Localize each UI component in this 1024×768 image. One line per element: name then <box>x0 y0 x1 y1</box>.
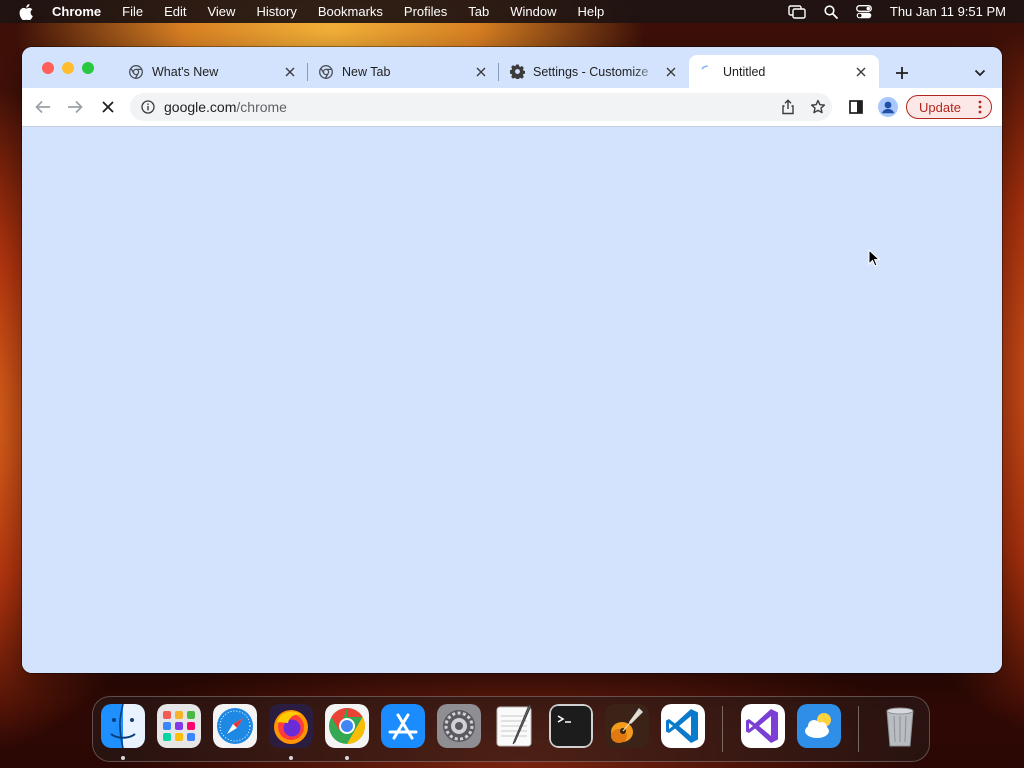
side-panel-icon <box>849 100 863 114</box>
update-button[interactable]: Update <box>906 95 992 119</box>
tab-label: What's New <box>152 64 219 79</box>
apple-menu-icon[interactable] <box>19 3 33 20</box>
update-label: Update <box>919 99 961 115</box>
tab-close-icon[interactable] <box>473 64 489 80</box>
menu-help[interactable]: Help <box>578 4 605 19</box>
new-tab-button[interactable] <box>892 63 912 83</box>
tab-new-tab[interactable]: New Tab <box>308 55 499 88</box>
arrow-left-icon <box>35 100 50 114</box>
tab-label-fade <box>633 55 659 88</box>
chrome-icon <box>128 64 144 80</box>
tab-close-icon[interactable] <box>663 64 679 80</box>
screen-mirroring-icon[interactable] <box>788 4 806 19</box>
menu-app-name[interactable]: Chrome <box>52 4 101 19</box>
tab-untitled[interactable]: Untitled <box>689 55 879 88</box>
menu-bar-clock[interactable]: Thu Jan 11 9:51 PM <box>890 4 1006 19</box>
visual-studio-icon[interactable] <box>741 704 785 748</box>
menu-view[interactable]: View <box>207 4 235 19</box>
share-icon[interactable] <box>780 99 796 115</box>
url-text[interactable]: google.com/chrome <box>164 99 287 115</box>
finder-icon[interactable] <box>101 704 145 748</box>
running-indicator <box>121 756 125 760</box>
fullscreen-window-button[interactable] <box>82 62 94 74</box>
running-indicator <box>345 756 349 760</box>
profile-button[interactable] <box>876 95 900 119</box>
dock <box>92 696 930 762</box>
tab-label: Untitled <box>723 64 766 79</box>
mouse-cursor-icon <box>868 248 881 267</box>
spotlight-search-icon[interactable] <box>824 4 838 19</box>
page-content-area[interactable] <box>22 127 1002 673</box>
forward-button[interactable] <box>63 95 87 119</box>
menu-bookmarks[interactable]: Bookmarks <box>318 4 383 19</box>
menu-bar: Chrome File Edit View History Bookmarks … <box>0 0 1024 23</box>
tab-search-button[interactable] <box>970 63 990 83</box>
menu-tab[interactable]: Tab <box>468 4 489 19</box>
textedit-icon[interactable] <box>493 704 537 748</box>
launchpad-icon[interactable] <box>157 704 201 748</box>
tab-strip: What's New New Tab Settings - Customize <box>22 47 1002 88</box>
chevron-down-icon <box>974 69 986 77</box>
side-panel-button[interactable] <box>844 95 868 119</box>
loading-spinner-icon <box>699 64 715 80</box>
minimize-window-button[interactable] <box>62 62 74 74</box>
chrome-window: What's New New Tab Settings - Customize <box>22 47 1002 673</box>
tab-label: New Tab <box>342 64 391 79</box>
tab-close-icon[interactable] <box>282 64 298 80</box>
close-window-button[interactable] <box>42 62 54 74</box>
menu-history[interactable]: History <box>256 4 296 19</box>
menu-profiles[interactable]: Profiles <box>404 4 447 19</box>
chrome-icon[interactable] <box>325 704 369 748</box>
url-path: /chrome <box>236 99 287 115</box>
system-settings-icon[interactable] <box>437 704 481 748</box>
bookmark-star-icon[interactable] <box>810 99 826 115</box>
tab-whats-new[interactable]: What's New <box>118 55 308 88</box>
running-indicator <box>289 756 293 760</box>
plus-icon <box>896 67 908 79</box>
vscode-icon[interactable] <box>661 704 705 748</box>
browser-toolbar: google.com/chrome Update <box>22 88 1002 127</box>
firefox-icon[interactable] <box>269 704 313 748</box>
menu-window[interactable]: Window <box>510 4 556 19</box>
dock-separator <box>722 706 723 752</box>
menu-edit[interactable]: Edit <box>164 4 186 19</box>
tab-settings[interactable]: Settings - Customize <box>499 55 689 88</box>
close-icon <box>102 101 114 113</box>
safari-icon[interactable] <box>213 704 257 748</box>
site-info-icon[interactable] <box>140 99 156 115</box>
menu-file[interactable]: File <box>122 4 143 19</box>
tab-close-icon[interactable] <box>853 64 869 80</box>
url-domain: google.com <box>164 99 237 115</box>
avatar <box>878 97 898 117</box>
app-store-icon[interactable] <box>381 704 425 748</box>
address-bar[interactable]: google.com/chrome <box>130 93 832 121</box>
arrow-right-icon <box>68 100 83 114</box>
menu-bar-status-area: Thu Jan 11 9:51 PM <box>788 0 1006 23</box>
back-button[interactable] <box>31 95 55 119</box>
garageband-icon[interactable] <box>605 704 649 748</box>
terminal-icon[interactable] <box>549 704 593 748</box>
gear-icon <box>509 64 525 80</box>
more-options-icon <box>978 100 982 114</box>
weather-icon[interactable] <box>797 704 841 748</box>
dock-separator <box>858 706 859 752</box>
stop-loading-button[interactable] <box>96 95 120 119</box>
control-center-icon[interactable] <box>855 4 872 19</box>
chrome-icon <box>318 64 334 80</box>
trash-icon[interactable] <box>878 704 922 748</box>
